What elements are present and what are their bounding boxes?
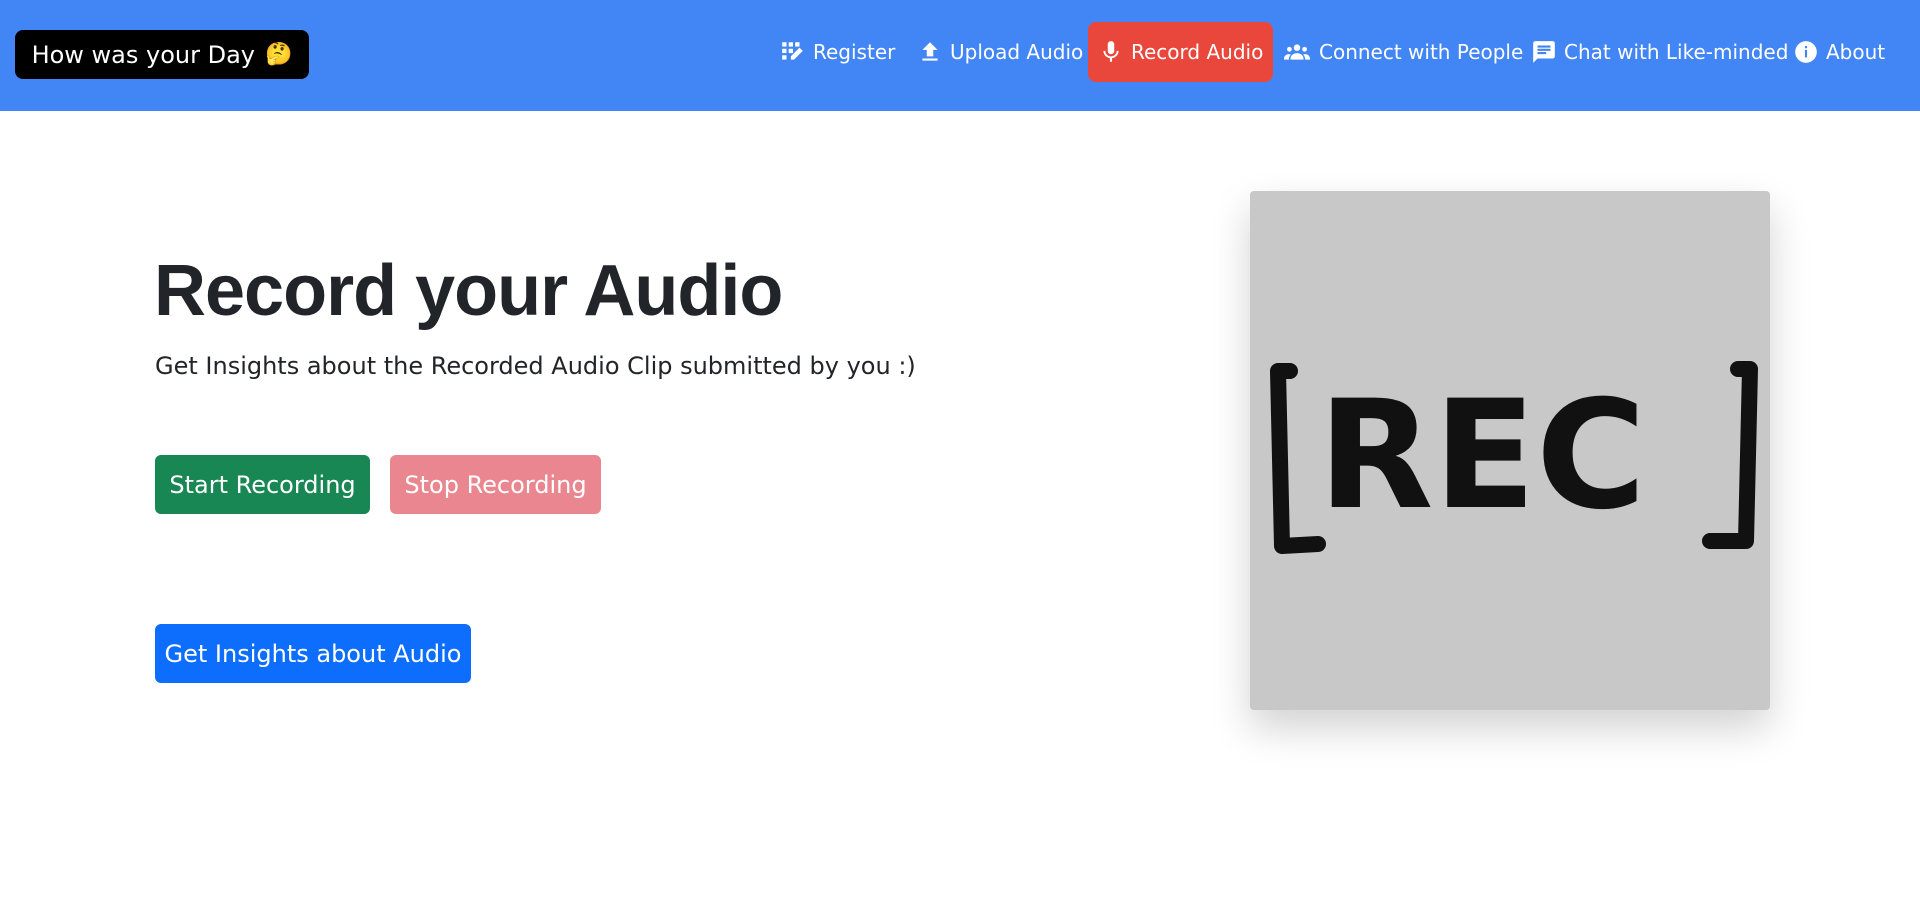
microphone-icon [1103, 41, 1119, 62]
nav-register-label: Register [813, 40, 896, 64]
rec-label: REC [1318, 369, 1646, 543]
start-recording-button[interactable]: Start Recording [155, 455, 370, 514]
nav-about-label: About [1826, 40, 1886, 64]
register-icon [782, 42, 803, 60]
stop-recording-button[interactable]: Stop Recording [390, 455, 601, 514]
nav-about[interactable]: About [1793, 22, 1885, 82]
nav-connect-people[interactable]: Connect with People [1282, 22, 1523, 82]
nav-register[interactable]: Register [780, 22, 895, 82]
thinking-emoji-icon: 🤔 [265, 42, 293, 67]
upload-icon [922, 42, 938, 61]
rec-illustration: REC [1250, 191, 1770, 710]
nav-upload-audio[interactable]: Upload Audio [917, 22, 1083, 82]
nav-connect-people-label: Connect with People [1319, 40, 1524, 64]
nav-chat[interactable]: Chat with Like-minded [1531, 22, 1788, 82]
navbar: How was your Day 🤔 Register Upload Audio… [0, 0, 1920, 111]
page-subtitle: Get Insights about the Recorded Audio Cl… [155, 352, 916, 380]
brand-title: How was your Day [31, 40, 256, 69]
info-icon [1795, 41, 1817, 63]
get-insights-button[interactable]: Get Insights about Audio [155, 624, 471, 683]
people-icon [1284, 44, 1310, 60]
rec-drawing: REC [1270, 361, 1758, 554]
page-title: Record your Audio [154, 251, 783, 331]
nav-upload-audio-label: Upload Audio [950, 40, 1084, 64]
brand-logo[interactable]: How was your Day 🤔 [15, 30, 309, 79]
nav-record-audio-label: Record Audio [1131, 40, 1264, 64]
chat-icon [1533, 41, 1555, 63]
nav-chat-label: Chat with Like-minded [1564, 40, 1789, 64]
nav-record-audio[interactable]: Record Audio [1088, 22, 1274, 82]
